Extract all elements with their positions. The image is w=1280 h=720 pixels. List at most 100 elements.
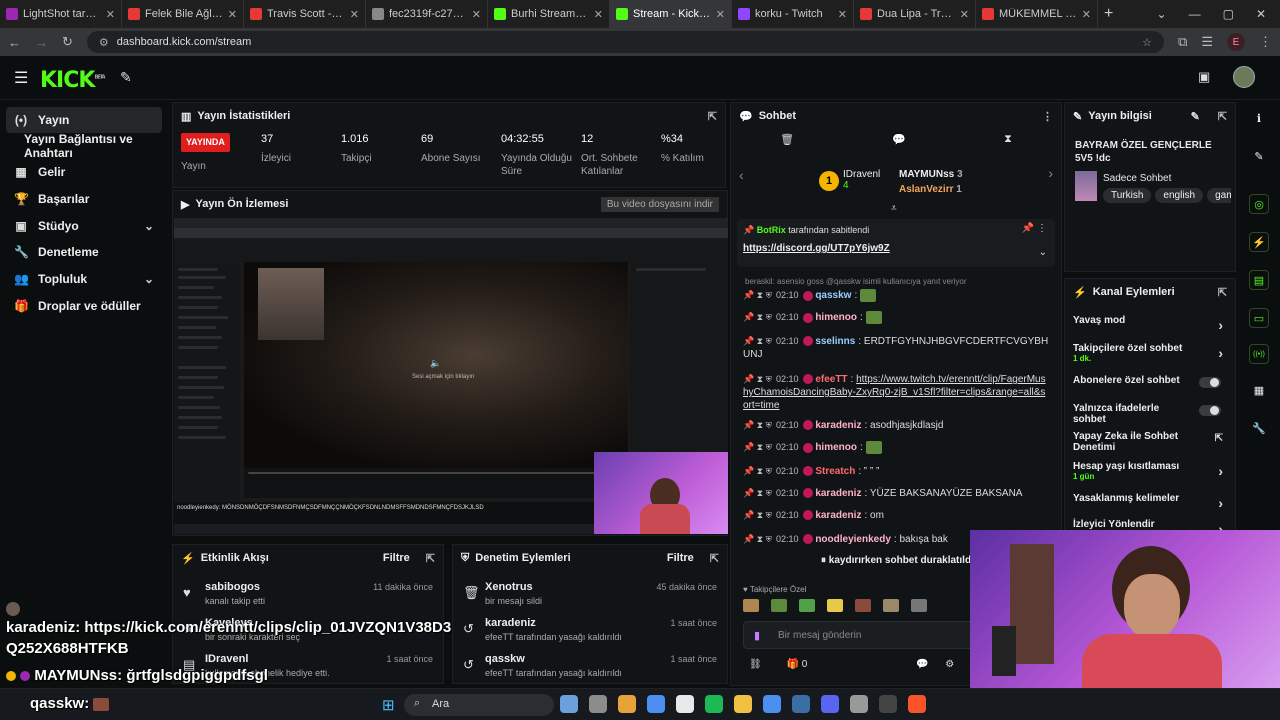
chat-message[interactable]: 📌 ⧗ ⛨ 02:10 himenoo: xyxy=(743,311,1049,324)
chat-message[interactable]: 📌 ⧗ ⛨ 02:10 sselinns: ERDTFGYHNJHBGVFCDER… xyxy=(743,335,1049,361)
close-tab-icon[interactable]: ✕ xyxy=(838,8,847,21)
extensions-icon[interactable]: ⧉ xyxy=(1178,34,1187,50)
popout-icon[interactable]: ⇱ xyxy=(426,552,435,565)
sidebar-item[interactable]: 🔧 Denetleme xyxy=(6,239,162,265)
chat-user[interactable]: qasskw xyxy=(815,290,851,301)
taskbar-app-icon[interactable] xyxy=(850,695,868,713)
feed-row[interactable]: ♥ sabibogos kanalı takip etti 11 dakika … xyxy=(173,581,443,617)
chevron-down-icon[interactable]: ⌄ xyxy=(144,272,154,286)
forward-icon[interactable]: → xyxy=(35,35,48,50)
browser-tab[interactable]: fec2319f-c27c-4801- ✕ xyxy=(366,0,488,28)
popout-icon[interactable]: ⇱ xyxy=(710,552,719,565)
pin-action-icon[interactable]: 📌 ⧗ ⛨ xyxy=(743,312,772,322)
mic-icon[interactable]: ▮ xyxy=(754,629,760,642)
preview-video-frame[interactable]: 🔈 Sesi açmak için tıklayın xyxy=(244,262,628,468)
chat-user[interactable]: karadeniz xyxy=(815,510,861,521)
chat-user[interactable]: efeeTT xyxy=(815,374,847,385)
close-tab-icon[interactable]: ✕ xyxy=(106,8,115,21)
feed-row[interactable]: ↺ karadeniz efeeTT tarafından yasağı kal… xyxy=(453,617,727,653)
feed-row[interactable]: ↺ qasskw efeeTT tarafından yasağı kaldır… xyxy=(453,653,727,689)
pinned-link[interactable]: https://discord.gg/UT7pY6jw9Z xyxy=(743,243,890,254)
channel-action[interactable]: Takipçilere özel sohbet 1 dk. › xyxy=(1065,343,1235,371)
url-field[interactable]: ⚙ dashboard.kick.com/stream ☆ xyxy=(86,31,1165,53)
channel-action[interactable]: Abonelere özel sohbet xyxy=(1065,375,1235,403)
close-window-icon[interactable]: ✕ xyxy=(1256,7,1266,21)
chat-paused-banner[interactable]: ⏸ kaydırırken sohbet duraklatıldı xyxy=(821,555,974,566)
hourglass-icon[interactable]: ⧗ xyxy=(1004,133,1012,155)
maximize-icon[interactable]: ▢ xyxy=(1223,7,1234,21)
close-tab-icon[interactable]: ✕ xyxy=(228,8,237,21)
chat-user[interactable]: Streatch xyxy=(815,466,855,477)
lightning-icon[interactable]: ⚡ xyxy=(1249,232,1269,252)
taskbar-app-icon[interactable] xyxy=(560,695,578,713)
browser-tab[interactable]: Felek Bile Ağlar Oldu ✕ xyxy=(122,0,244,28)
expand-icon[interactable]: ⌄ xyxy=(1039,247,1047,258)
browser-tab[interactable]: korku - Twitch ✕ xyxy=(732,0,854,28)
pin-action-icon[interactable]: 📌 ⧗ ⛨ xyxy=(743,290,772,300)
browser-tab[interactable]: Dua Lipa - Training S ✕ xyxy=(854,0,976,28)
bookmark-icon[interactable]: ☆ xyxy=(1142,36,1152,49)
hamburger-menu-icon[interactable]: ☰ xyxy=(14,68,28,88)
close-tab-icon[interactable]: ✕ xyxy=(594,8,603,21)
close-tab-icon[interactable]: ✕ xyxy=(716,8,725,21)
emote-picker-icon[interactable]: 💬 xyxy=(916,659,928,670)
taskbar-app-icon[interactable] xyxy=(821,695,839,713)
chat-user[interactable]: noodleyienkedy xyxy=(815,534,891,545)
browser-tab[interactable]: Stream - Kick Da ✕ xyxy=(610,0,732,28)
activity-filter-button[interactable]: Filtre xyxy=(383,552,410,564)
chat-menu-icon[interactable]: ⋮ xyxy=(1042,110,1053,123)
channel-action[interactable]: Hesap yaşı kısıtlaması 1 gün › xyxy=(1065,461,1235,489)
toggle-switch[interactable] xyxy=(1199,377,1221,388)
new-tab-icon[interactable]: + xyxy=(1104,5,1113,23)
chat-user[interactable]: karadeniz xyxy=(815,488,861,499)
site-info-icon[interactable]: ⚙ xyxy=(99,36,109,49)
channel-action[interactable]: Yapay Zeka ile Sohbet Denetimi ⇱ xyxy=(1065,431,1235,459)
tab-search-icon[interactable]: ⌄ xyxy=(1157,7,1167,21)
link-icon[interactable]: ⛓ xyxy=(749,659,762,670)
pin-icon[interactable]: ✎ xyxy=(120,69,132,86)
sidebar-item[interactable]: 👥 Topluluk ⌄ xyxy=(6,266,162,292)
wrench-icon[interactable]: 🔧 xyxy=(1249,418,1269,438)
edit-icon[interactable]: ✎ xyxy=(1249,146,1269,166)
close-tab-icon[interactable]: ✕ xyxy=(472,8,481,21)
chat-icon[interactable]: ▭ xyxy=(1249,308,1269,328)
browser-tab[interactable]: LightShot tarafından ✕ xyxy=(0,0,122,28)
close-tab-icon[interactable]: ✕ xyxy=(350,8,359,21)
channel-action[interactable]: Yavaş mod › xyxy=(1065,315,1235,343)
start-icon[interactable]: ⊞ xyxy=(382,696,395,714)
sidebar-item[interactable]: ▦ Gelir xyxy=(6,159,162,185)
chat-input[interactable]: ▮ Bir mesaj gönderin xyxy=(743,621,977,649)
volume-icon[interactable]: 🔈 xyxy=(430,358,441,369)
popout-icon[interactable]: ⇱ xyxy=(708,110,717,123)
pin-action-icon[interactable]: 📌 ⧗ ⛨ xyxy=(743,466,772,476)
studio-icon[interactable]: ▣ xyxy=(1198,69,1210,85)
grid-icon[interactable]: ▦ xyxy=(1249,380,1269,400)
target-icon[interactable]: ◎ xyxy=(1249,194,1269,214)
moderation-filter-button[interactable]: Filtre xyxy=(667,552,694,564)
browser-tab[interactable]: Burhi Stream - Watch ✕ xyxy=(488,0,610,28)
pin-action-icon[interactable]: 📌 ⧗ ⛨ xyxy=(743,534,772,544)
sidebar-item[interactable]: Yayın Bağlantısı ve Anahtarı xyxy=(16,132,170,160)
chat-user[interactable]: sselinns xyxy=(815,336,855,347)
chat-message[interactable]: 📌 ⧗ ⛨ 02:10 karadeniz: om xyxy=(743,509,1049,522)
pin-action-icon[interactable]: 📌 ⧗ ⛨ xyxy=(743,336,772,346)
gift-icon[interactable]: 🎁 xyxy=(786,659,798,670)
reading-list-icon[interactable]: ☰ xyxy=(1201,34,1213,50)
taskbar-app-icon[interactable] xyxy=(618,695,636,713)
pin-action-icon[interactable]: 📌 ⧗ ⛨ xyxy=(743,374,772,384)
pin-action-icon[interactable]: 📌 ⧗ ⛨ xyxy=(743,510,772,520)
taskbar-app-icon[interactable] xyxy=(879,695,897,713)
sidebar-item[interactable]: 🏆 Başarılar xyxy=(6,186,162,212)
kick-logo[interactable]: KICKBETA xyxy=(40,68,106,93)
trash-icon[interactable]: 🗑 xyxy=(780,133,794,155)
close-tab-icon[interactable]: ✕ xyxy=(1082,8,1091,21)
chat-bubble-icon[interactable]: 💬 xyxy=(892,133,906,155)
user-avatar[interactable] xyxy=(1233,66,1255,88)
taskbar-app-icon[interactable] xyxy=(705,695,723,713)
menu-icon[interactable]: ⋮ xyxy=(1259,34,1272,50)
profile-avatar[interactable]: E xyxy=(1227,33,1245,51)
channel-action[interactable]: Yasaklanmış kelimeler › xyxy=(1065,493,1235,521)
chat-message[interactable]: 📌 ⧗ ⛨ 02:10 himenoo: xyxy=(743,441,1049,454)
chat-message[interactable]: 📌 ⧗ ⛨ 02:10 karadeniz: asodhjasjkdlasjd xyxy=(743,419,1049,432)
info-icon[interactable]: ℹ xyxy=(1249,108,1269,128)
